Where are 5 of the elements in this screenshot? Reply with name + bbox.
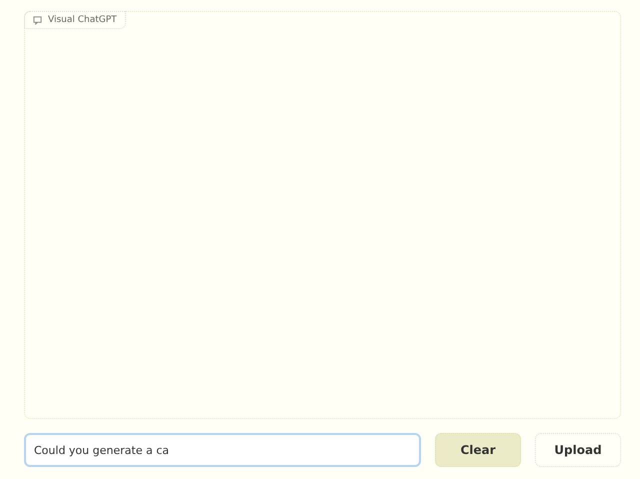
chatbot-title: Visual ChatGPT [48,15,117,25]
message-input[interactable]: Could you generate a ca [24,433,421,467]
chat-icon [33,16,42,24]
upload-button[interactable]: Upload [535,433,621,467]
clear-button[interactable]: Clear [435,433,521,467]
